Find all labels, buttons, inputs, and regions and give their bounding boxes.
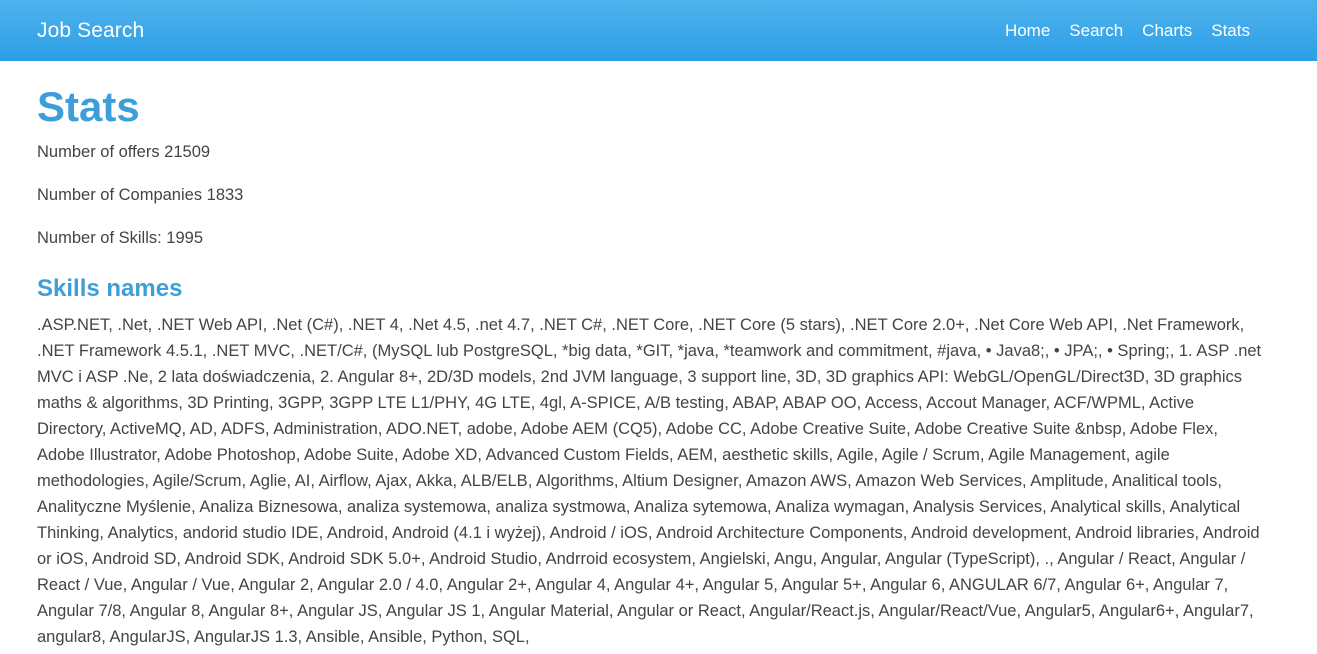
nav-links: Home Search Charts Stats [986, 21, 1250, 41]
stat-offers: Number of offers 21509 [37, 143, 211, 161]
nav-link-home[interactable]: Home [1005, 21, 1050, 41]
skills-heading: Skills names [37, 275, 183, 302]
stat-companies: Number of Companies 1833 [37, 186, 244, 204]
brand-link[interactable]: Job Search [37, 19, 144, 43]
nav-link-charts[interactable]: Charts [1142, 21, 1192, 41]
stat-skills: Number of Skills: 1995 [37, 229, 203, 247]
top-navbar: Job Search Home Search Charts Stats [0, 0, 1317, 61]
skills-list: .ASP.NET, .Net, .NET Web API, .Net (C#),… [37, 316, 1262, 646]
nav-link-stats[interactable]: Stats [1211, 21, 1250, 41]
main-content: Stats Number of offers 21509 Number of C… [0, 83, 1317, 650]
nav-link-search[interactable]: Search [1069, 21, 1123, 41]
page-title: Stats [37, 83, 140, 130]
